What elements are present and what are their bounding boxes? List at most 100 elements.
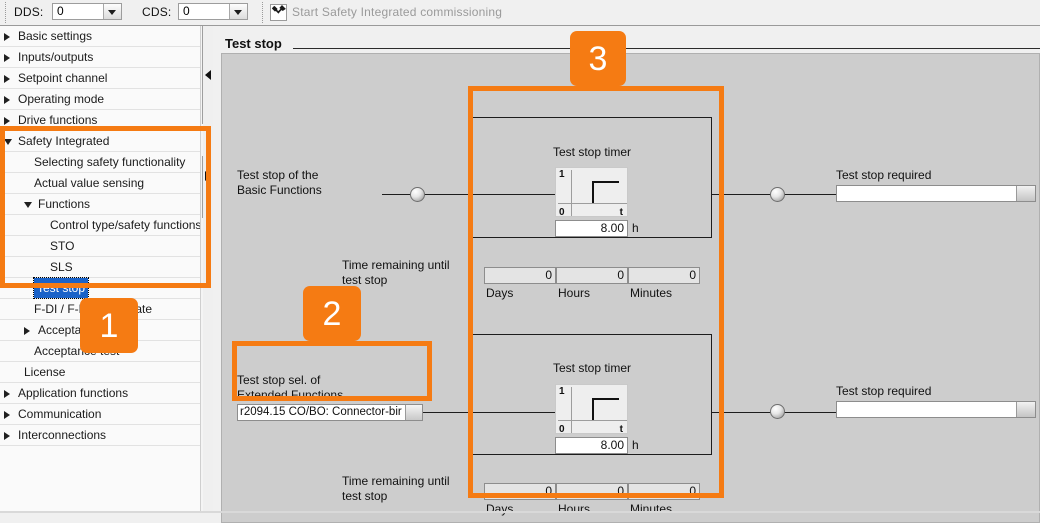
chevron-right-icon[interactable] xyxy=(4,33,10,41)
sidebar-item-label: Setpoint channel xyxy=(18,71,108,85)
basic-timer-value[interactable]: 8.00 xyxy=(555,220,628,237)
extended-days-value: 0 xyxy=(484,483,556,500)
basic-hours-label: Hours xyxy=(558,286,591,300)
hammer-wrench-icon xyxy=(270,4,287,21)
basic-required-button[interactable] xyxy=(1016,186,1035,201)
basic-source-label-line1: Test stop of the xyxy=(237,168,319,182)
extended-timer-unit: h xyxy=(632,438,639,452)
sidebar-item-label: Selecting safety functionality xyxy=(34,155,186,169)
top-toolbar: DDS: 0 CDS: 0 Start Safety Integrated co… xyxy=(0,0,1040,26)
basic-timer-unit: h xyxy=(632,221,639,235)
extended-remaining-label-line1: Time remaining until xyxy=(342,474,450,488)
graph-step-plateau xyxy=(592,398,619,400)
graph-axis-vertical xyxy=(571,170,572,216)
cds-label: CDS: xyxy=(142,5,172,19)
sidebar-item-communication[interactable]: Communication xyxy=(0,404,212,425)
chevron-right-icon[interactable] xyxy=(24,327,30,335)
sidebar-item-label: Basic settings xyxy=(18,29,93,43)
sidebar-item-sls[interactable]: SLS xyxy=(0,257,212,278)
graph-step-rise xyxy=(592,181,594,203)
extended-node-right xyxy=(770,404,785,419)
annotation-badge-3: 3 xyxy=(570,31,626,86)
extended-required-button[interactable] xyxy=(1016,402,1035,417)
basic-remaining-label-line1: Time remaining until xyxy=(342,258,450,272)
chevron-right-icon[interactable] xyxy=(4,96,10,104)
sidebar-item-setpoint-channel[interactable]: Setpoint channel xyxy=(0,68,212,89)
chevron-down-icon[interactable] xyxy=(4,139,12,145)
chevron-down-icon[interactable] xyxy=(24,202,32,208)
extended-timer-title: Test stop timer xyxy=(552,361,632,375)
basic-timer-graph: 1 0 t xyxy=(555,167,628,218)
sidebar-item-label: Inputs/outputs xyxy=(18,50,94,64)
sidebar-item-basic-settings[interactable]: Basic settings xyxy=(0,26,212,47)
chevron-right-icon[interactable] xyxy=(4,390,10,398)
start-commissioning-label[interactable]: Start Safety Integrated commissioning xyxy=(292,4,502,20)
basic-days-label: Days xyxy=(486,286,514,300)
sidebar-item-label: Operating mode xyxy=(18,92,105,106)
navigation-tree[interactable]: Basic settings Inputs/outputs Setpoint cha… xyxy=(0,26,213,513)
sidebar-item-label: Drive functions xyxy=(18,113,98,127)
sidebar-item-test-stop[interactable]: Test stop xyxy=(0,277,212,299)
title-divider xyxy=(293,48,1040,49)
sidebar-item-label: Test stop xyxy=(32,277,90,299)
sidebar-item-actual-value-sensing[interactable]: Actual value sensing xyxy=(0,173,212,194)
extended-minutes-value: 0 xyxy=(628,483,700,500)
sidebar-item-label: License xyxy=(24,365,66,379)
extended-sel-label-line1: Test stop sel. of xyxy=(237,373,321,387)
basic-days-value: 0 xyxy=(484,267,556,284)
tree-rows: Basic settings Inputs/outputs Setpoint cha… xyxy=(0,26,212,446)
basic-timer-title: Test stop timer xyxy=(552,145,632,159)
extended-timer-value[interactable]: 8.00 xyxy=(555,437,628,454)
chevron-down-icon[interactable] xyxy=(103,4,121,19)
dds-select[interactable]: 0 xyxy=(52,3,122,20)
basic-required-field[interactable] xyxy=(836,185,1036,202)
application-window: DDS: 0 CDS: 0 Start Safety Integrated co… xyxy=(0,0,1040,523)
graph-step-plateau xyxy=(592,181,619,183)
sidebar-item-selecting-safety-functionality[interactable]: Selecting safety functionality xyxy=(0,152,212,173)
chevron-right-icon[interactable] xyxy=(4,117,10,125)
sidebar-item-label: Communication xyxy=(18,407,102,421)
sidebar-item-drive-functions[interactable]: Drive functions xyxy=(0,110,212,131)
sidebar-item-application-functions[interactable]: Application functions xyxy=(0,383,212,404)
sidebar-item-functions[interactable]: Functions xyxy=(0,194,212,215)
chevron-right-icon[interactable] xyxy=(4,54,10,62)
basic-required-value xyxy=(837,186,1016,201)
collapse-left-icon[interactable] xyxy=(205,70,211,80)
chevron-right-icon[interactable] xyxy=(4,75,10,83)
sidebar-item-interconnections[interactable]: Interconnections xyxy=(0,425,212,446)
extended-sel-field[interactable]: r2094.15 CO/BO: Connector-bir xyxy=(237,404,423,421)
extended-days-label: Days xyxy=(486,502,514,516)
sidebar-item-label: Interconnections xyxy=(18,428,107,442)
sidebar-item-label: Control type/safety functions xyxy=(50,218,202,232)
chevron-down-icon[interactable] xyxy=(229,4,247,19)
extended-required-field[interactable] xyxy=(836,401,1036,418)
sidebar-item-control-type-safety-functions[interactable]: Control type/safety functions xyxy=(0,215,212,236)
basic-required-label: Test stop required xyxy=(836,168,932,182)
toolbar-separator-left xyxy=(5,2,6,23)
extended-minutes-label: Minutes xyxy=(630,502,673,516)
pane-splitter[interactable] xyxy=(203,26,213,513)
extended-timer-graph: 1 0 t xyxy=(555,384,628,435)
graph-label-time: t xyxy=(619,207,623,218)
test-stop-panel: Test stop Test stop of the Basic Functio… xyxy=(213,26,1040,523)
sidebar-item-operating-mode[interactable]: Operating mode xyxy=(0,89,212,110)
graph-axis-vertical xyxy=(571,387,572,433)
extended-sel-value: r2094.15 CO/BO: Connector-bir xyxy=(240,406,402,418)
cds-select[interactable]: 0 xyxy=(178,3,248,20)
graph-axis-horizontal xyxy=(558,203,627,204)
sidebar-item-label: Actual value sensing xyxy=(34,176,145,190)
chevron-right-icon[interactable] xyxy=(4,432,10,440)
graph-step-rise xyxy=(592,398,594,420)
toolbar-separator-right xyxy=(262,2,263,23)
sidebar-item-license[interactable]: License xyxy=(0,362,212,383)
chevron-right-icon[interactable] xyxy=(4,411,10,419)
extended-sel-button[interactable] xyxy=(405,405,422,420)
sidebar-item-safety-integrated[interactable]: Safety Integrated xyxy=(0,131,212,152)
extended-required-label: Test stop required xyxy=(836,384,932,398)
sidebar-item-inputs-outputs[interactable]: Inputs/outputs xyxy=(0,47,212,68)
sidebar-item-label: Application functions xyxy=(18,386,129,400)
sidebar-item-label: Functions xyxy=(38,197,91,211)
expand-right-icon[interactable] xyxy=(205,171,211,181)
basic-node-left xyxy=(410,187,425,202)
sidebar-item-sto[interactable]: STO xyxy=(0,236,212,257)
